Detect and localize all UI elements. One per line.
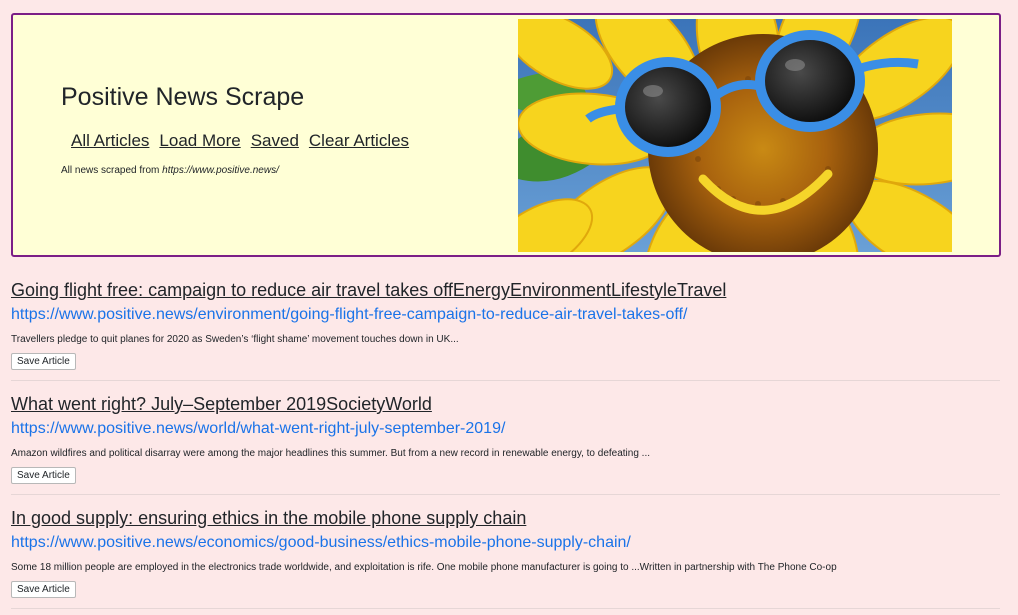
- source-note: All news scraped from https://www.positi…: [61, 165, 279, 176]
- save-article-button[interactable]: Save Article: [11, 581, 76, 598]
- main-nav: All Articles Load More Saved Clear Artic…: [71, 131, 409, 151]
- save-article-button[interactable]: Save Article: [11, 467, 76, 484]
- save-article-button[interactable]: Save Article: [11, 353, 76, 370]
- article-list: Going flight free: campaign to reduce ai…: [11, 279, 1000, 615]
- header-jumbotron: Positive News Scrape All Articles Load M…: [11, 13, 1001, 257]
- article-url-link[interactable]: https://www.positive.news/world/what-wen…: [11, 418, 1000, 440]
- article-summary: Amazon wildfires and political disarray …: [11, 448, 651, 459]
- page: Positive News Scrape All Articles Load M…: [0, 0, 1018, 615]
- nav-load-more-link[interactable]: Load More: [159, 131, 240, 151]
- article-title-link[interactable]: In good supply: ensuring ethics in the m…: [11, 507, 1000, 530]
- source-note-prefix: All news scraped from: [61, 165, 163, 176]
- article-summary: Some 18 million people are employed in t…: [11, 562, 837, 573]
- nav-saved-link[interactable]: Saved: [251, 131, 299, 151]
- article-item: Going flight free: campaign to reduce ai…: [11, 279, 1000, 381]
- page-title: Positive News Scrape: [61, 83, 305, 111]
- source-note-url: https://www.positive.news/: [162, 165, 279, 176]
- article-summary: Travellers pledge to quit planes for 202…: [11, 334, 459, 345]
- article-item: In good supply: ensuring ethics in the m…: [11, 507, 1000, 609]
- sunflower-sunglasses-image: [518, 19, 952, 252]
- article-item: What went right? July–September 2019Soci…: [11, 393, 1000, 495]
- nav-clear-articles-link[interactable]: Clear Articles: [309, 131, 409, 151]
- article-title-link[interactable]: What went right? July–September 2019Soci…: [11, 393, 1000, 416]
- article-title-link[interactable]: Going flight free: campaign to reduce ai…: [11, 279, 1000, 302]
- nav-all-articles-link[interactable]: All Articles: [71, 131, 149, 151]
- article-url-link[interactable]: https://www.positive.news/environment/go…: [11, 304, 1000, 326]
- article-url-link[interactable]: https://www.positive.news/economics/good…: [11, 532, 1000, 554]
